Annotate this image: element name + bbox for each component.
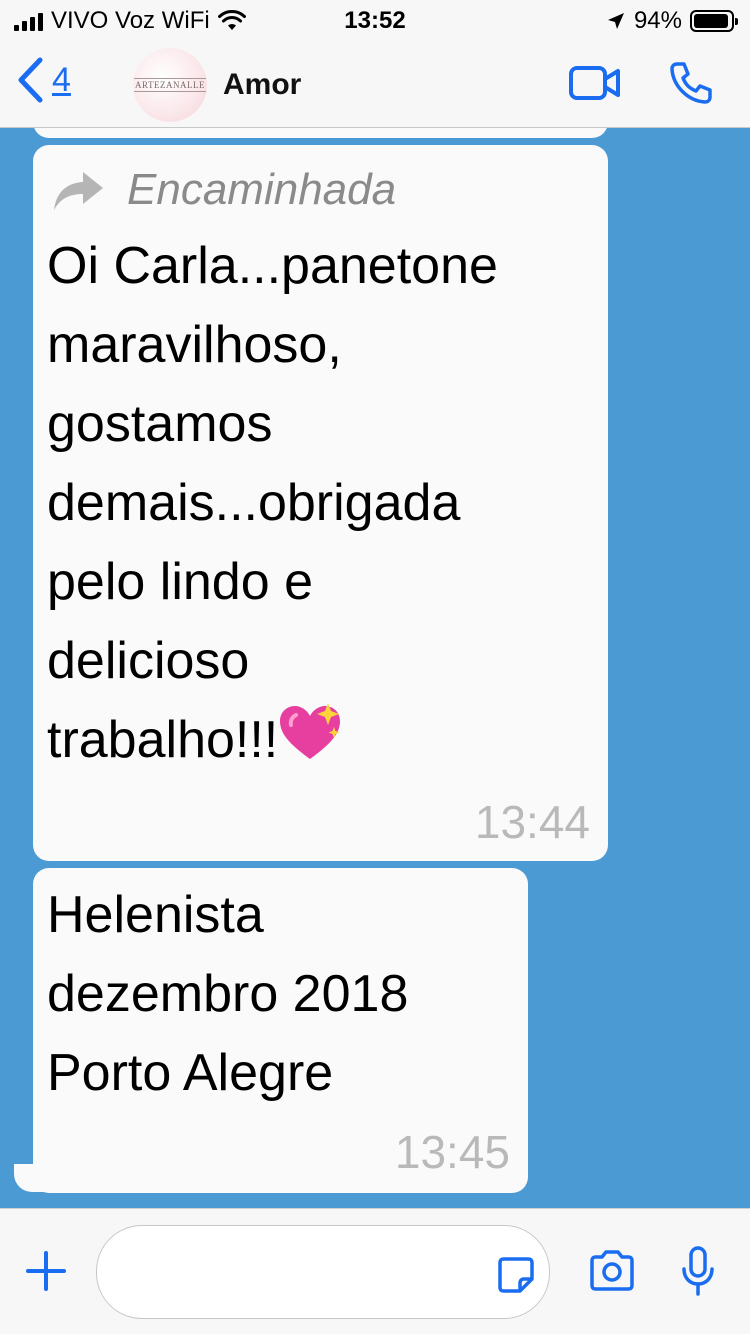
camera-button[interactable] (588, 1249, 636, 1298)
chat-screen: VIVO Voz WiFi 13:52 94% 4 ARTEZANALLE Am… (0, 0, 750, 1334)
video-camera-icon (569, 66, 620, 100)
message-input[interactable] (96, 1225, 550, 1319)
message-bubble[interactable]: Helenista dezembro 2018 Porto Alegre 13:… (33, 868, 528, 1193)
back-button[interactable]: 4 (14, 56, 71, 104)
sparkling-heart-icon (280, 703, 341, 759)
message-timestamp: 13:44 (474, 796, 590, 848)
plus-icon (26, 1251, 66, 1291)
message-text: Oi Carla...panetone maravilhoso, gostamo… (47, 227, 597, 780)
chevron-left-icon (18, 57, 43, 103)
battery-icon (690, 10, 738, 32)
message-text: Helenista dezembro 2018 Porto Alegre (47, 886, 409, 1102)
forwarded-indicator: Encaminhada (51, 165, 396, 215)
battery-percent: 94% (633, 7, 682, 34)
chat-area[interactable]: Encaminhada Oi Carla...panetone maravilh… (0, 128, 750, 1208)
phone-icon (670, 62, 712, 104)
chat-header: 4 ARTEZANALLE Amor (0, 42, 750, 128)
voice-call-button[interactable] (668, 60, 714, 111)
status-bar: VIVO Voz WiFi 13:52 94% (0, 0, 750, 42)
forward-arrow-icon (54, 172, 103, 210)
avatar-logo-text: ARTEZANALLE (134, 78, 206, 92)
input-bar (0, 1208, 750, 1334)
contact-name[interactable]: Amor (223, 68, 301, 102)
battery-fill (694, 14, 728, 28)
message-body: Oi Carla...panetone maravilhoso, gostamo… (47, 237, 498, 769)
forwarded-label: Encaminhada (127, 165, 397, 214)
location-arrow-icon (607, 13, 624, 29)
sticker-icon (498, 1257, 534, 1293)
status-right: 94% (606, 7, 738, 35)
message-timestamp: 13:45 (394, 1126, 510, 1178)
microphone-button[interactable] (680, 1245, 716, 1302)
sticker-button[interactable] (496, 1255, 536, 1300)
attach-button[interactable] (24, 1249, 68, 1298)
message-bubble[interactable]: Encaminhada Oi Carla...panetone maravilh… (33, 145, 608, 861)
previous-message-bubble[interactable] (33, 128, 608, 138)
microphone-icon (682, 1246, 714, 1296)
video-call-button[interactable] (568, 64, 622, 107)
avatar[interactable]: ARTEZANALLE (133, 48, 207, 122)
camera-icon (590, 1250, 634, 1291)
unread-count: 4 (52, 60, 71, 99)
